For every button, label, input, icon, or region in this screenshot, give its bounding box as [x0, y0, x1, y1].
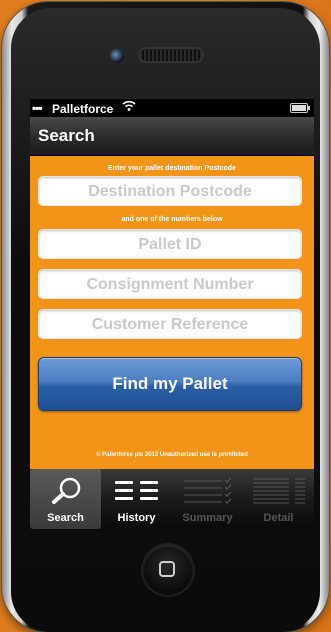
customer-reference-input[interactable]: Customer Reference	[38, 309, 302, 339]
wifi-icon	[122, 99, 136, 116]
numbers-hint: and one of the numbers below	[121, 216, 223, 223]
page-title: Search	[38, 126, 95, 145]
carrier-name: Palletforce	[52, 102, 114, 116]
home-square-icon	[159, 561, 175, 577]
home-button[interactable]	[143, 545, 193, 595]
battery-icon	[290, 103, 310, 113]
list-icon	[112, 475, 162, 510]
tab-summary-label: Summary	[182, 512, 233, 524]
destination-postcode-input[interactable]: Destination Postcode	[38, 176, 302, 206]
search-icon	[46, 475, 86, 510]
earpiece-speaker	[140, 49, 202, 61]
tab-history-label: History	[117, 512, 156, 524]
detail-icon	[249, 475, 309, 512]
tab-history[interactable]: History	[101, 469, 172, 529]
front-camera	[110, 49, 124, 63]
find-pallet-button[interactable]: Find my Pallet	[38, 357, 302, 411]
tab-detail-label: Detail	[263, 512, 294, 524]
tab-summary[interactable]: Summary	[172, 469, 243, 529]
tab-search[interactable]: Search	[30, 469, 101, 529]
consignment-number-input[interactable]: Consignment Number	[38, 269, 302, 299]
pallet-id-input[interactable]: Pallet ID	[38, 229, 302, 259]
checklist-icon	[180, 475, 236, 512]
tab-detail[interactable]: Detail	[243, 469, 314, 529]
app-screen: ▪▪▪ Palletforce Search Enter your pallet…	[30, 99, 314, 529]
navigation-bar: Search	[30, 117, 314, 156]
signal-icon: ▪▪▪	[32, 101, 43, 115]
postcode-hint: Enter your pallet destination Postcode	[108, 165, 236, 172]
tab-search-label: Search	[47, 512, 84, 524]
tab-bar: Search History Summary Detail	[30, 469, 314, 529]
search-form: Enter your pallet destination Postcode D…	[30, 156, 314, 469]
status-bar: ▪▪▪ Palletforce	[30, 99, 314, 117]
copyright-footer: © Palletforce plc 2012 Unauthorized use …	[96, 452, 248, 458]
